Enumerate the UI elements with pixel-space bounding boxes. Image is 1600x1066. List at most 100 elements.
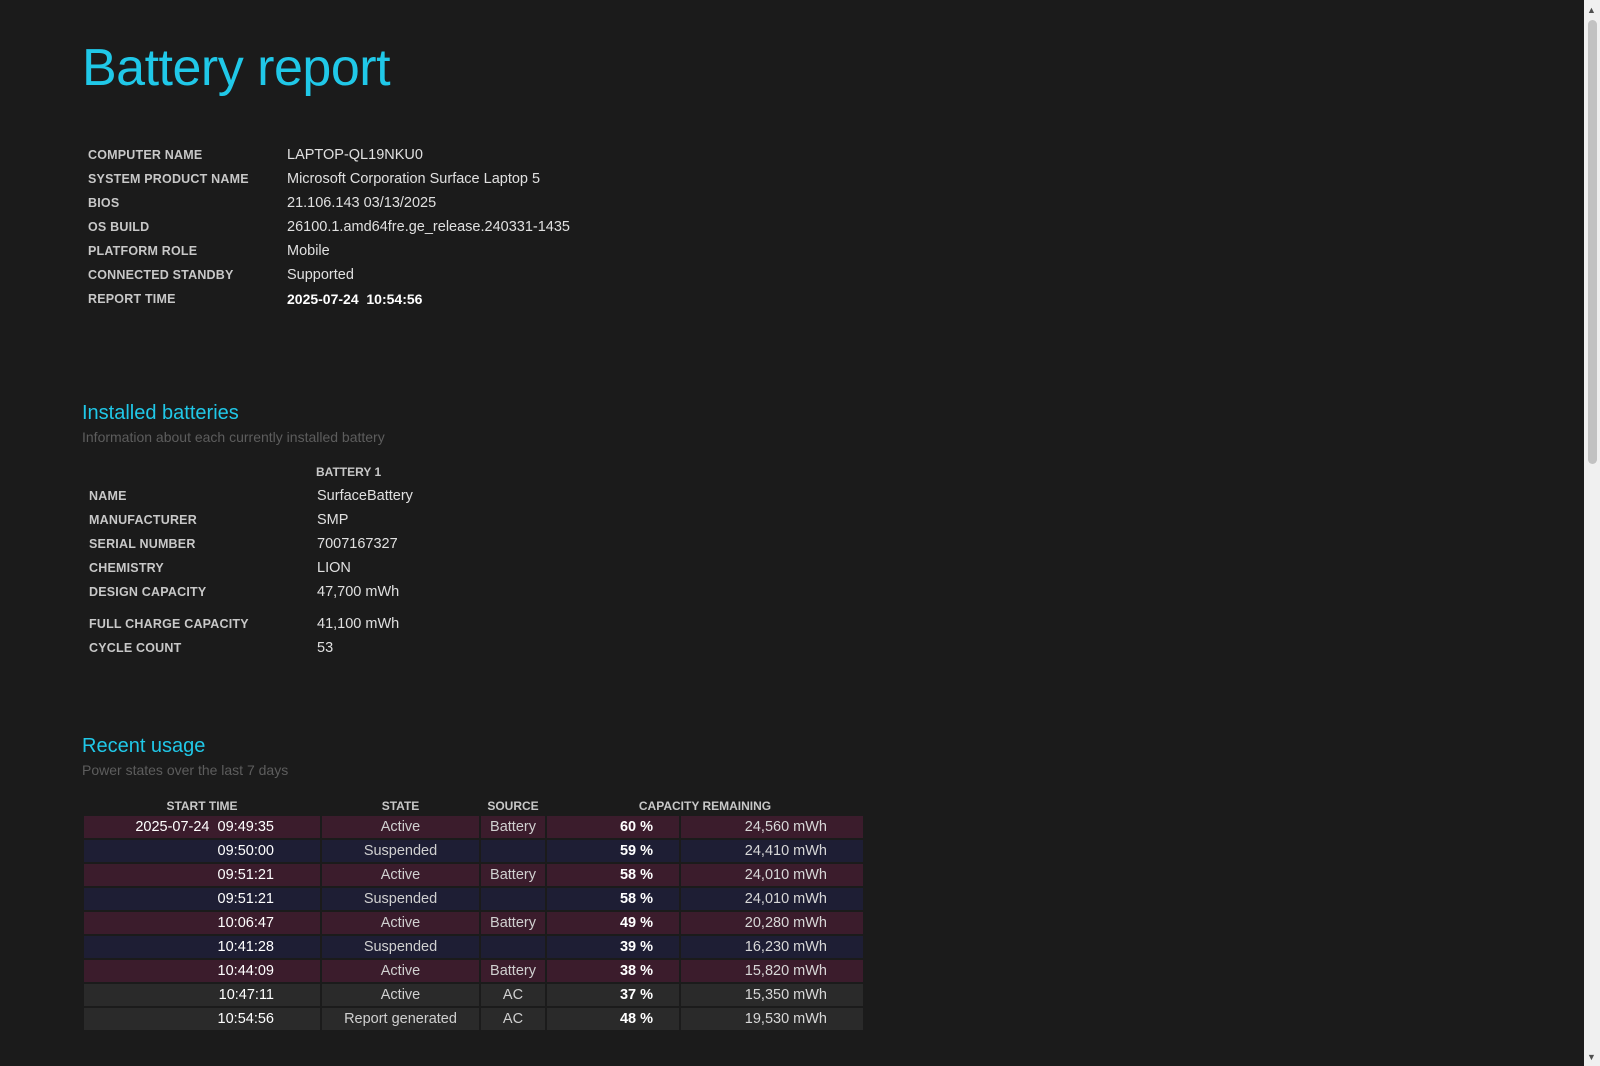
info-row-bios: BIOS 21.106.143 03/13/2025 — [88, 191, 570, 215]
usage-capacity-mwh: 20,280 mWh — [681, 912, 863, 936]
installed-batteries-heading: Installed batteries — [82, 402, 239, 424]
usage-start-time: 10:47:11 — [84, 984, 320, 1008]
info-row-os-build: OS BUILD 26100.1.amd64fre.ge_release.240… — [88, 215, 570, 239]
battery-label: NAME — [89, 489, 127, 503]
battery-label: SERIAL NUMBER — [89, 537, 196, 551]
usage-state: Suspended — [322, 936, 479, 960]
usage-row: 2025-07-24 09:49:35 Active Battery 60 % … — [84, 816, 863, 840]
battery-value: 7007167327 — [317, 536, 398, 552]
usage-start-time: 10:41:28 — [84, 936, 320, 960]
battery-label: CHEMISTRY — [89, 561, 164, 575]
usage-capacity-percent: 49 % — [547, 912, 679, 936]
usage-start-time: 09:50:00 — [84, 840, 320, 864]
usage-capacity-percent: 60 % — [547, 816, 679, 840]
scroll-up-icon[interactable]: ▲ — [1587, 5, 1596, 15]
usage-capacity-percent: 58 % — [547, 888, 679, 912]
usage-capacity-mwh: 15,820 mWh — [681, 960, 863, 984]
scroll-down-icon[interactable]: ▼ — [1587, 1052, 1596, 1062]
usage-state: Active — [322, 816, 479, 840]
info-label: OS BUILD — [88, 220, 150, 234]
recent-usage-heading: Recent usage — [82, 735, 206, 757]
system-info-table: COMPUTER NAME LAPTOP-QL19NKU0 SYSTEM PRO… — [88, 143, 570, 311]
info-value: 21.106.143 03/13/2025 — [287, 195, 437, 211]
usage-state: Active — [322, 984, 479, 1008]
header-capacity-remaining: CAPACITY REMAINING — [638, 799, 772, 813]
recent-usage-table: START TIME STATE SOURCE CAPACITY REMAINI… — [82, 796, 865, 1032]
usage-start-time: 10:54:56 — [84, 1008, 320, 1032]
usage-source: AC — [481, 1008, 545, 1032]
usage-capacity-mwh: 24,010 mWh — [681, 864, 863, 888]
usage-row: 10:44:09 Active Battery 38 % 15,820 mWh — [84, 960, 863, 984]
spacer-row — [89, 604, 413, 612]
usage-source: AC — [481, 984, 545, 1008]
usage-capacity-percent: 48 % — [547, 1008, 679, 1032]
battery-row-manufacturer: MANUFACTURER SMP — [89, 508, 413, 532]
usage-row: 10:54:56 Report generated AC 48 % 19,530… — [84, 1008, 863, 1032]
battery-value: 53 — [317, 640, 334, 656]
usage-state: Report generated — [322, 1008, 479, 1032]
usage-state: Active — [322, 912, 479, 936]
info-value: Supported — [287, 267, 354, 283]
header-start-time: START TIME — [166, 799, 238, 813]
usage-row: 09:50:00 Suspended 59 % 24,410 mWh — [84, 840, 863, 864]
scrollbar-thumb[interactable] — [1588, 20, 1597, 464]
usage-capacity-mwh: 16,230 mWh — [681, 936, 863, 960]
battery-row-full-charge-capacity: FULL CHARGE CAPACITY 41,100 mWh — [89, 612, 413, 636]
battery-label: MANUFACTURER — [89, 513, 197, 527]
battery-row-design-capacity: DESIGN CAPACITY 47,700 mWh — [89, 580, 413, 604]
usage-source — [481, 840, 545, 864]
battery-value: SMP — [317, 512, 349, 528]
usage-start-time: 10:44:09 — [84, 960, 320, 984]
usage-capacity-percent: 59 % — [547, 840, 679, 864]
battery-value: 41,100 mWh — [317, 616, 400, 632]
usage-capacity-percent: 37 % — [547, 984, 679, 1008]
vertical-scrollbar[interactable]: ▲ ▼ — [1584, 0, 1600, 1066]
info-value: Mobile — [287, 243, 330, 259]
battery-value: LION — [317, 560, 351, 576]
battery-row-cycle-count: CYCLE COUNT 53 — [89, 636, 413, 660]
info-value: LAPTOP-QL19NKU0 — [287, 147, 423, 163]
battery-row-chemistry: CHEMISTRY LION — [89, 556, 413, 580]
usage-row: 10:41:28 Suspended 39 % 16,230 mWh — [84, 936, 863, 960]
usage-state: Active — [322, 864, 479, 888]
usage-row: 10:06:47 Active Battery 49 % 20,280 mWh — [84, 912, 863, 936]
header-source: SOURCE — [487, 799, 539, 813]
usage-row: 09:51:21 Active Battery 58 % 24,010 mWh — [84, 864, 863, 888]
usage-source: Battery — [481, 960, 545, 984]
info-label: BIOS — [88, 196, 120, 210]
page-title: Battery report — [82, 39, 391, 97]
usage-state: Suspended — [322, 888, 479, 912]
info-row-computer-name: COMPUTER NAME LAPTOP-QL19NKU0 — [88, 143, 570, 167]
usage-start-time: 09:51:21 — [84, 864, 320, 888]
usage-state: Active — [322, 960, 479, 984]
usage-row: 10:47:11 Active AC 37 % 15,350 mWh — [84, 984, 863, 1008]
info-label: PLATFORM ROLE — [88, 244, 198, 258]
info-value: Microsoft Corporation Surface Laptop 5 — [287, 171, 541, 187]
usage-capacity-mwh: 24,410 mWh — [681, 840, 863, 864]
info-row-connected-standby: CONNECTED STANDBY Supported — [88, 263, 570, 287]
installed-batteries-table: NAME SurfaceBattery MANUFACTURER SMP SER… — [89, 484, 413, 660]
recent-usage-subtitle: Power states over the last 7 days — [82, 762, 289, 778]
usage-capacity-percent: 39 % — [547, 936, 679, 960]
usage-start-time: 10:06:47 — [84, 912, 320, 936]
battery-report-page: Battery report COMPUTER NAME LAPTOP-QL19… — [0, 0, 1584, 1066]
usage-source: Battery — [481, 864, 545, 888]
usage-capacity-percent: 38 % — [547, 960, 679, 984]
usage-capacity-mwh: 24,010 mWh — [681, 888, 863, 912]
info-row-report-time: REPORT TIME 2025-07-24 10:54:56 — [88, 287, 570, 311]
info-value: 26100.1.amd64fre.ge_release.240331-1435 — [287, 219, 570, 235]
usage-capacity-mwh: 24,560 mWh — [681, 816, 863, 840]
battery-column-header: BATTERY 1 — [316, 465, 382, 479]
usage-header-row: START TIME STATE SOURCE CAPACITY REMAINI… — [84, 796, 863, 816]
info-label: CONNECTED STANDBY — [88, 268, 234, 282]
usage-state: Suspended — [322, 840, 479, 864]
usage-source — [481, 936, 545, 960]
usage-capacity-mwh: 15,350 mWh — [681, 984, 863, 1008]
battery-row-serial-number: SERIAL NUMBER 7007167327 — [89, 532, 413, 556]
header-state: STATE — [381, 799, 420, 813]
info-label: COMPUTER NAME — [88, 148, 203, 162]
usage-capacity-mwh: 19,530 mWh — [681, 1008, 863, 1032]
battery-label: CYCLE COUNT — [89, 641, 182, 655]
battery-row-name: NAME SurfaceBattery — [89, 484, 413, 508]
usage-start-time: 09:51:21 — [84, 888, 320, 912]
